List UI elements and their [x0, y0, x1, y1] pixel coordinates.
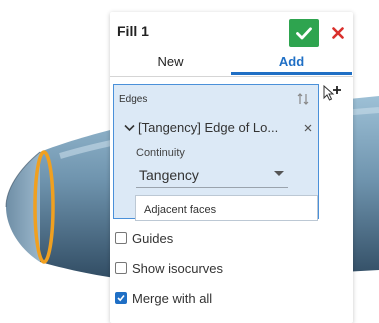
- continuity-select[interactable]: Tangency: [136, 165, 288, 188]
- check-icon: [296, 26, 312, 39]
- adjacent-faces-field[interactable]: Adjacent faces: [135, 195, 318, 221]
- cancel-button[interactable]: [324, 19, 352, 47]
- close-icon: [332, 27, 344, 39]
- chevron-down-icon[interactable]: [124, 120, 138, 135]
- show-isocurves-option[interactable]: Show isocurves: [115, 258, 223, 278]
- dialog-header: Fill 1: [110, 12, 353, 50]
- guides-option[interactable]: Guides: [115, 228, 173, 248]
- check-icon: [117, 294, 125, 302]
- tab-add[interactable]: Add: [231, 52, 352, 75]
- merge-with-all-label: Merge with all: [132, 290, 213, 306]
- edges-label: Edges: [119, 94, 148, 105]
- show-isocurves-checkbox[interactable]: [115, 262, 127, 274]
- add-selection-icon[interactable]: [323, 84, 343, 108]
- guides-checkbox[interactable]: [115, 232, 127, 244]
- accept-button[interactable]: [289, 19, 319, 47]
- fill-dialog: Fill 1 New Add Edges [Tangency] Edge of …: [110, 12, 353, 323]
- tab-new[interactable]: New: [110, 52, 231, 75]
- edges-selection-box[interactable]: Edges [Tangency] Edge of Lo... Continuit…: [113, 84, 319, 221]
- guides-label: Guides: [132, 230, 174, 246]
- merge-with-all-option[interactable]: Merge with all: [115, 288, 212, 308]
- remove-edge-icon[interactable]: [300, 120, 312, 135]
- merge-with-all-checkbox[interactable]: [115, 292, 127, 304]
- adjacent-faces-label: Adjacent faces: [144, 204, 217, 216]
- edge-item-label: [Tangency] Edge of Lo...: [138, 119, 279, 135]
- dialog-title: Fill 1: [117, 23, 149, 39]
- edge-list-item[interactable]: [Tangency] Edge of Lo...: [124, 117, 312, 137]
- show-isocurves-label: Show isocurves: [132, 260, 224, 276]
- sort-icon[interactable]: [297, 93, 309, 108]
- caret-down-icon: [274, 171, 284, 176]
- continuity-label: Continuity: [136, 147, 185, 159]
- continuity-value: Tangency: [139, 167, 199, 183]
- mode-tabs: New Add: [110, 52, 353, 77]
